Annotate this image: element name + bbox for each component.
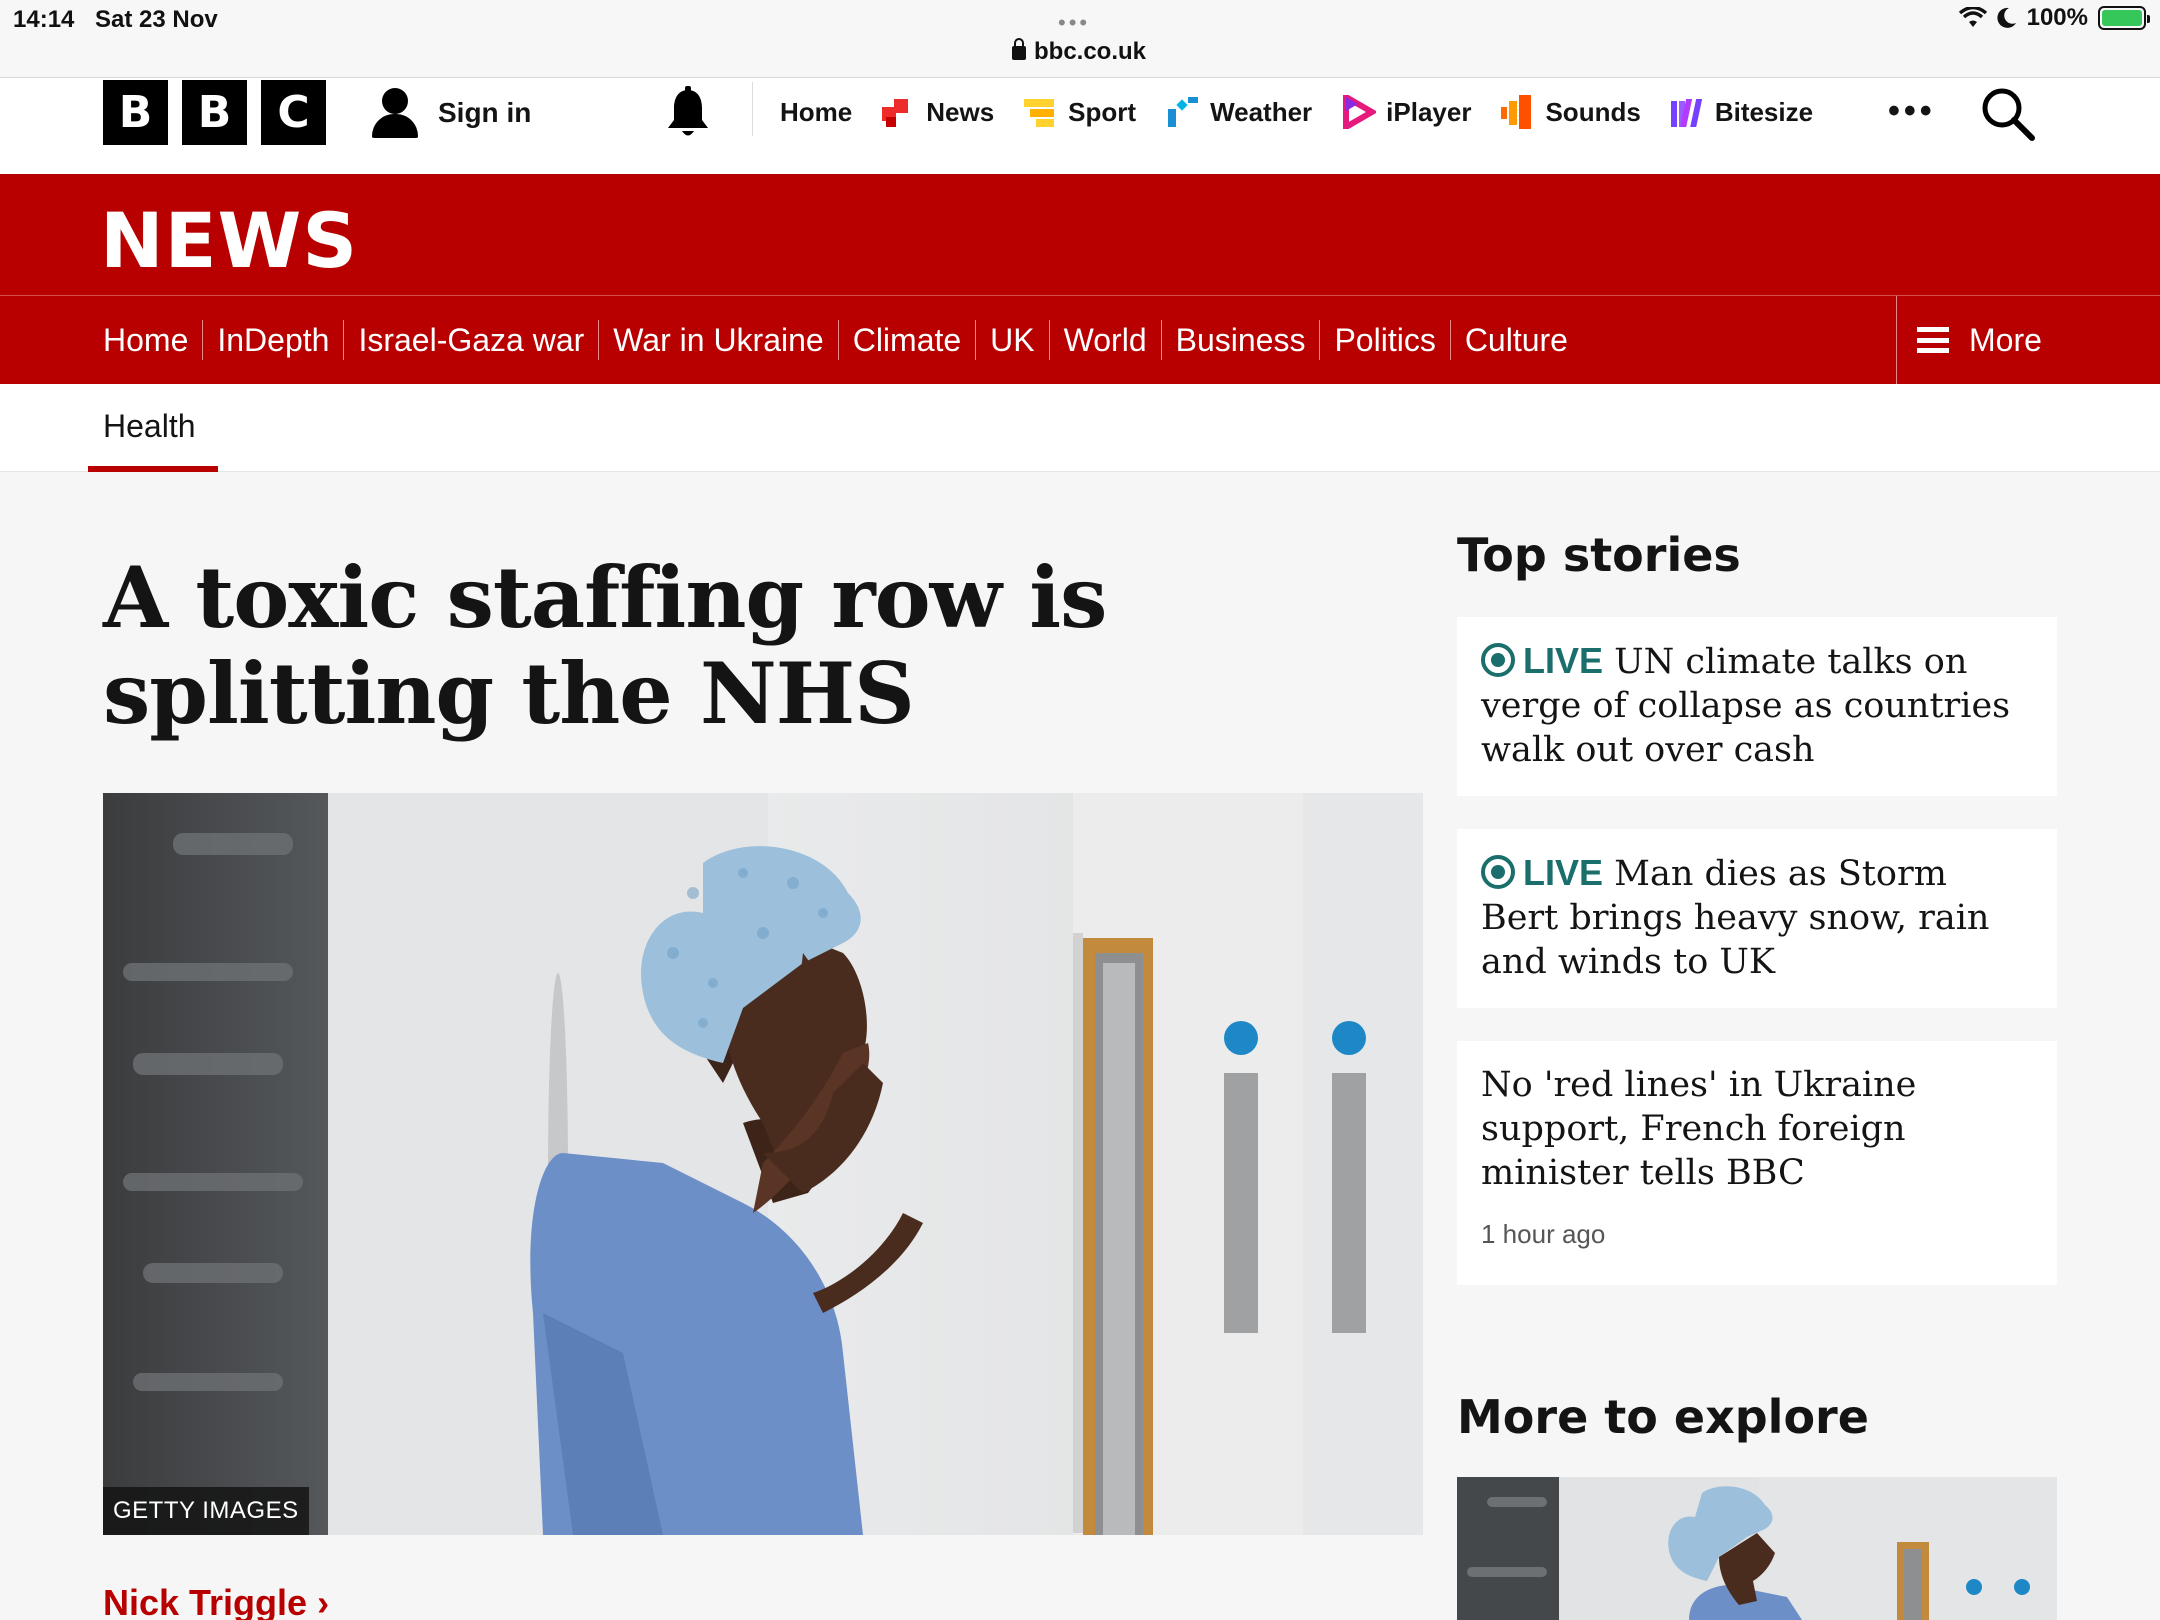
- account-icon: [370, 86, 420, 140]
- bbc-logo-block: C: [261, 80, 326, 145]
- bbc-logo-block: B: [103, 80, 168, 145]
- more-sections-button[interactable]: More: [1896, 296, 2160, 384]
- news-header: NEWS Home InDepth Israel-Gaza war War in…: [0, 174, 2160, 384]
- section-war-in-ukraine[interactable]: War in Ukraine: [598, 320, 837, 360]
- sounds-icon: [1501, 95, 1532, 129]
- topnav-label: Sport: [1068, 96, 1137, 127]
- top-story-card[interactable]: No 'red lines' in Ukraine support, Frenc…: [1457, 1041, 2057, 1285]
- more-label: More: [1969, 321, 2042, 358]
- news-icon: [882, 99, 909, 127]
- topnav-label: Sounds: [1545, 96, 1641, 127]
- topnav-iplayer[interactable]: iPlayer: [1342, 90, 1471, 134]
- topnav-bitesize[interactable]: Bitesize: [1670, 90, 1814, 134]
- weather-icon: [1168, 97, 1199, 127]
- section-culture[interactable]: Culture: [1449, 320, 1582, 360]
- section-uk[interactable]: UK: [975, 320, 1048, 360]
- bbc-logo[interactable]: B B C: [103, 80, 326, 145]
- subnav-health[interactable]: Health: [103, 408, 196, 445]
- topnav-label: News: [926, 96, 995, 127]
- section-climate[interactable]: Climate: [837, 320, 975, 360]
- topnav-label: Home: [780, 96, 853, 127]
- bitesize-icon: [1670, 99, 1702, 127]
- article-headline[interactable]: A toxic staffing row is splitting the NH…: [103, 550, 1433, 742]
- divider: [752, 82, 753, 136]
- bbc-logo-block: B: [182, 80, 247, 145]
- top-stories-heading: Top stories: [1457, 528, 1741, 582]
- bbc-top-nav: Home News Sport Weather iPlayer Sounds B…: [780, 90, 1843, 134]
- news-section-nav: Home InDepth Israel-Gaza war War in Ukra…: [103, 296, 1582, 384]
- sub-nav: Health: [0, 384, 2160, 472]
- search-icon[interactable]: [1980, 86, 2036, 142]
- explore-thumbnail[interactable]: [1457, 1477, 2057, 1620]
- section-politics[interactable]: Politics: [1319, 320, 1449, 360]
- lock-icon: [1012, 38, 1026, 60]
- story-text: LIVE UN climate talks on verge of collap…: [1481, 639, 2033, 772]
- section-business[interactable]: Business: [1160, 320, 1320, 360]
- nurse-photo: [103, 793, 1423, 1535]
- author-byline[interactable]: Nick Triggle ›: [103, 1582, 329, 1620]
- explore-photo: [1457, 1477, 2057, 1620]
- topnav-label: iPlayer: [1386, 96, 1472, 127]
- battery-icon: [2098, 6, 2150, 30]
- wifi-icon: [1958, 7, 1987, 27]
- url-text: bbc.co.uk: [1034, 38, 1147, 65]
- image-credit: GETTY IMAGES: [103, 1487, 309, 1535]
- sign-in-button[interactable]: Sign in: [370, 86, 531, 140]
- address-bar[interactable]: bbc.co.uk: [1012, 38, 1146, 66]
- sport-icon: [1024, 99, 1055, 127]
- topnav-label: Weather: [1210, 96, 1313, 127]
- topnav-news[interactable]: News: [882, 90, 994, 134]
- live-badge: LIVE: [1523, 640, 1604, 681]
- story-timestamp: 1 hour ago: [1481, 1219, 1606, 1249]
- live-icon: [1481, 643, 1515, 677]
- section-home[interactable]: Home: [103, 320, 202, 360]
- more-menu-icon[interactable]: •••: [1888, 92, 1936, 131]
- moon-icon: [1997, 7, 2016, 28]
- story-text: LIVE Man dies as Storm Bert brings heavy…: [1481, 851, 2033, 984]
- active-underline: [88, 466, 218, 472]
- status-indicators: 100%: [1958, 4, 2150, 32]
- live-badge: LIVE: [1523, 852, 1604, 893]
- tab-dots-icon[interactable]: •••: [1058, 10, 1090, 36]
- section-world[interactable]: World: [1048, 320, 1161, 360]
- hero-image[interactable]: GETTY IMAGES: [103, 793, 1423, 1535]
- top-story-card[interactable]: LIVE Man dies as Storm Bert brings heavy…: [1457, 829, 2057, 1008]
- topnav-home[interactable]: Home: [780, 90, 852, 134]
- live-icon: [1481, 855, 1515, 889]
- topnav-sport[interactable]: Sport: [1024, 90, 1136, 134]
- notification-bell-icon[interactable]: [663, 86, 713, 140]
- iplayer-icon: [1343, 95, 1377, 129]
- sign-in-label: Sign in: [438, 97, 532, 128]
- topnav-label: Bitesize: [1714, 96, 1814, 127]
- topnav-sounds[interactable]: Sounds: [1501, 90, 1641, 134]
- ios-status-bar: 14:14 Sat 23 Nov ••• bbc.co.uk 100%: [0, 0, 2160, 78]
- bbc-masthead: B B C Sign in Home News Sport Weather iP…: [0, 78, 2160, 174]
- hamburger-icon: [1917, 327, 1949, 353]
- section-israel-gaza-war[interactable]: Israel-Gaza war: [343, 320, 598, 360]
- status-time: 14:14: [13, 6, 75, 33]
- section-indepth[interactable]: InDepth: [202, 320, 343, 360]
- topnav-weather[interactable]: Weather: [1166, 90, 1312, 134]
- top-story-card[interactable]: LIVE UN climate talks on verge of collap…: [1457, 617, 2057, 796]
- status-date: Sat 23 Nov: [95, 6, 218, 33]
- news-wordmark[interactable]: NEWS: [100, 196, 358, 285]
- battery-percent: 100%: [2026, 4, 2088, 31]
- story-headline: No 'red lines' in Ukraine support, Frenc…: [1481, 1065, 1917, 1193]
- more-to-explore-heading: More to explore: [1457, 1390, 1869, 1444]
